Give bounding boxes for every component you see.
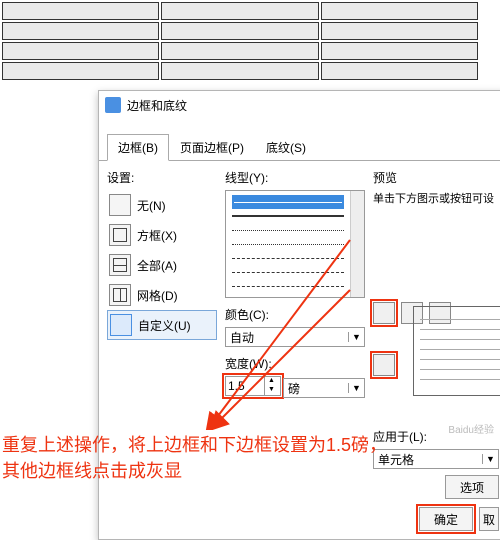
chevron-down-icon: ▼ [482, 454, 498, 464]
preset-all-icon [109, 254, 131, 276]
sheet-table [0, 0, 480, 82]
app-icon [105, 97, 121, 113]
scrollbar[interactable] [350, 191, 364, 297]
preview-hint: 单击下方图示或按钮可设 [373, 190, 499, 206]
preview-cell[interactable] [413, 306, 500, 396]
border-bottom-button[interactable] [373, 354, 395, 376]
line-style-list[interactable] [225, 190, 365, 298]
preset-grid[interactable]: 网格(D) [107, 280, 217, 310]
settings-label: 设置: [107, 169, 217, 186]
dialog-titlebar[interactable]: 边框和底纹 [99, 91, 500, 119]
preview-label: 预览 [373, 169, 499, 186]
watermark: Baidu经验 [448, 421, 494, 436]
width-unit-combo[interactable]: 磅 ▼ [283, 378, 365, 398]
preset-box[interactable]: 方框(X) [107, 220, 217, 250]
dialog-title: 边框和底纹 [127, 97, 187, 114]
cancel-button[interactable]: 取 [479, 507, 499, 531]
preset-all[interactable]: 全部(A) [107, 250, 217, 280]
tab-page-borders[interactable]: 页面边框(P) [169, 134, 255, 161]
color-label: 颜色(C): [225, 306, 365, 323]
preset-none[interactable]: 无(N) [107, 190, 217, 220]
spin-up-icon[interactable]: ▲ [264, 377, 278, 386]
apply-to-combo[interactable]: 单元格 ▼ [373, 449, 499, 469]
preset-custom[interactable]: 自定义(U) [107, 310, 217, 340]
preset-none-icon [109, 194, 131, 216]
annotation-text: 重复上述操作，将上边框和下边框设置为1.5磅， 其他边框线点击成灰显 [0, 432, 387, 484]
width-label: 宽度(W): [225, 355, 365, 372]
preset-custom-icon [110, 314, 132, 336]
tab-borders[interactable]: 边框(B) [107, 134, 169, 161]
width-spinner[interactable]: ▲▼ [225, 376, 281, 396]
preset-grid-icon [109, 284, 131, 306]
options-button[interactable]: 选项 [445, 475, 499, 499]
style-label: 线型(Y): [225, 169, 365, 186]
width-input[interactable] [226, 377, 264, 395]
chevron-down-icon: ▼ [348, 383, 364, 393]
tab-strip: 边框(B) 页面边框(P) 底纹(S) [99, 133, 500, 161]
border-top-button[interactable] [373, 302, 395, 324]
preset-box-icon [109, 224, 131, 246]
spin-down-icon[interactable]: ▼ [264, 386, 278, 395]
color-combo[interactable]: 自动 ▼ [225, 327, 365, 347]
tab-shading[interactable]: 底纹(S) [255, 134, 317, 161]
chevron-down-icon: ▼ [348, 332, 364, 342]
ok-button[interactable]: 确定 [419, 507, 473, 531]
